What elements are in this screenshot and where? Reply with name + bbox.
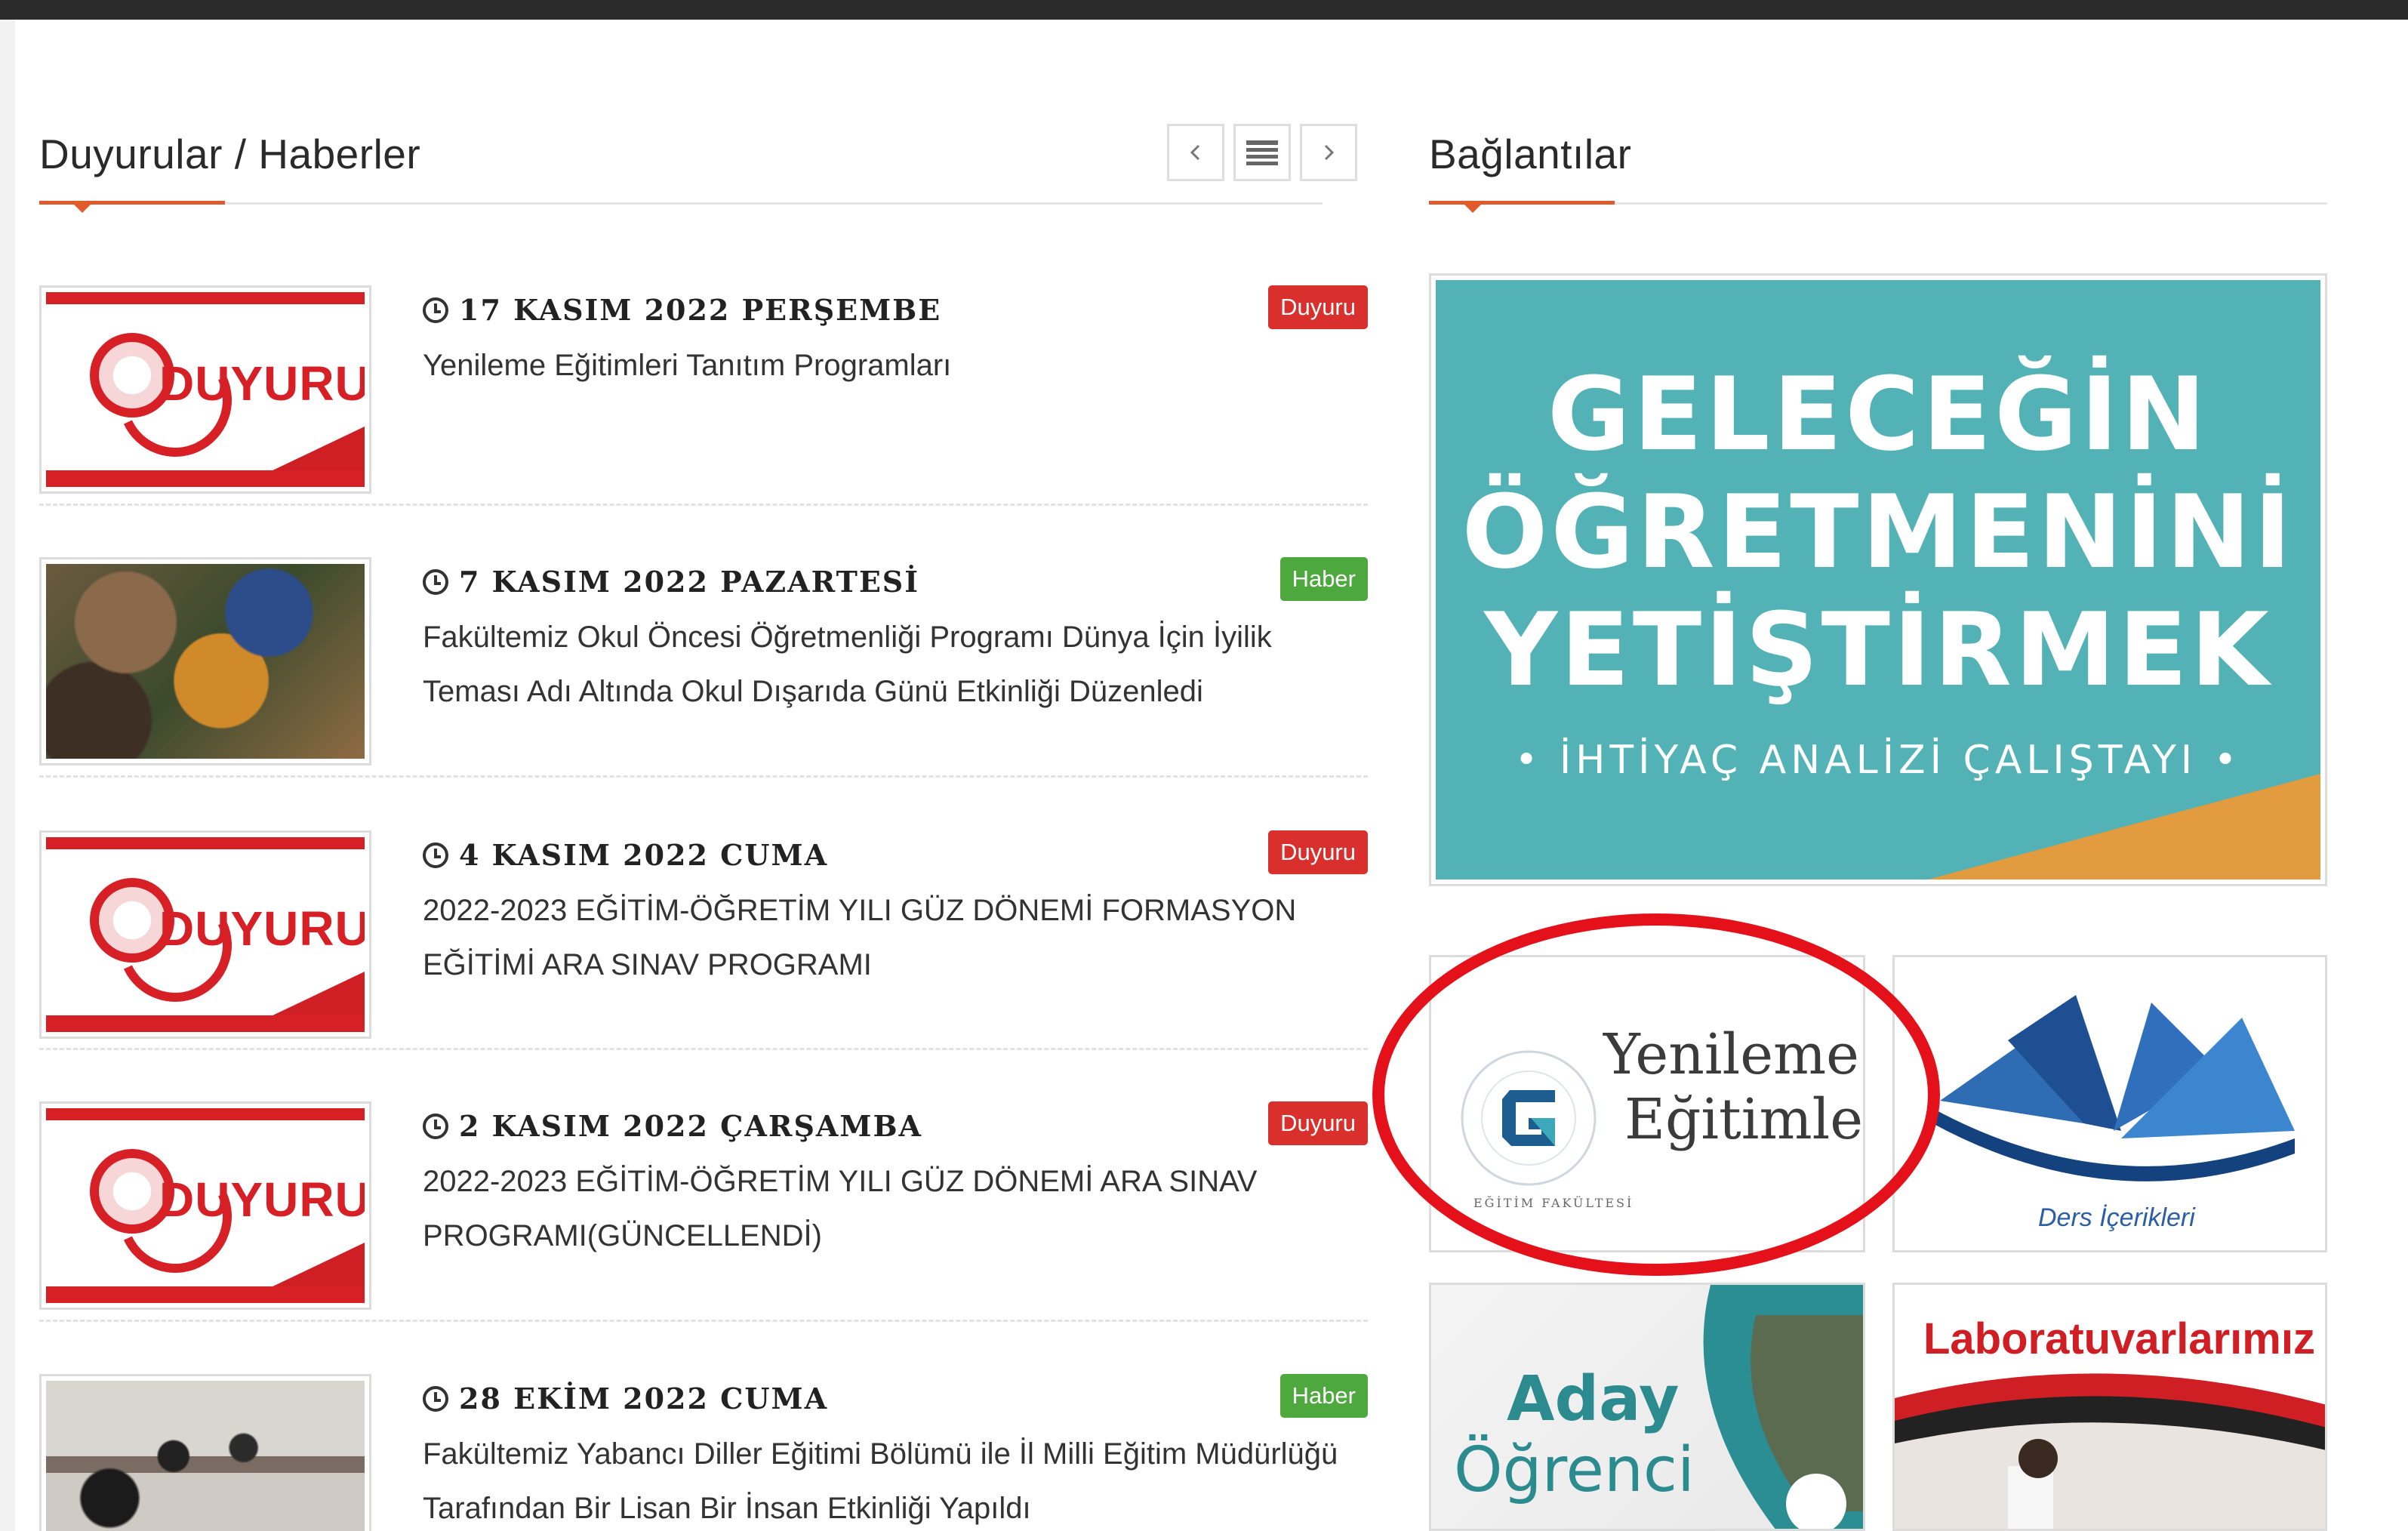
news-divider: [39, 775, 1368, 778]
chevron-left-icon: [1190, 144, 1200, 161]
news-date: 2 KASIM 2022 ÇARŞAMBA: [423, 1109, 922, 1143]
aday-ogrenci-tile[interactable]: Aday Öğrenci: [1429, 1283, 1865, 1531]
category-badge: Duyuru: [1268, 1101, 1368, 1145]
lab-wave-graphic: [1895, 1373, 2325, 1529]
news-item[interactable]: 7 KASIM 2022 PAZARTESİ Fakültemiz Okul Ö…: [39, 557, 1368, 784]
news-divider: [39, 1320, 1368, 1322]
news-thumbnail[interactable]: DUYURU: [39, 830, 371, 1039]
banner-accent: [1928, 774, 2320, 879]
news-divider: [39, 1048, 1368, 1050]
top-banner-strip: [0, 0, 2408, 20]
campus-collage-icon: [1703, 1285, 1863, 1529]
laboratuvarlarimiz-tile[interactable]: Laboratuvarlarımız: [1892, 1283, 2327, 1531]
news-thumbnail[interactable]: [39, 1374, 371, 1531]
open-book-icon: [1932, 995, 2295, 1181]
faculty-logo-icon: [1461, 1050, 1597, 1186]
list-icon: [1246, 140, 1278, 165]
duyuru-image: DUYURU: [46, 292, 365, 487]
category-badge: Haber: [1279, 1374, 1368, 1418]
category-badge: Haber: [1279, 557, 1368, 601]
news-divider: [39, 504, 1368, 506]
links-title-pointer: [1464, 205, 1481, 213]
clock-icon: [423, 1385, 448, 1412]
news-item[interactable]: DUYURU 17 KASIM 2022 PERŞEMBE Yenileme E…: [39, 285, 1368, 512]
clock-icon: [423, 1113, 448, 1139]
news-item[interactable]: DUYURU 2 KASIM 2022 ÇARŞAMBA 2022-2023 E…: [39, 1101, 1368, 1328]
news-thumbnail[interactable]: [39, 557, 371, 766]
category-badge: Duyuru: [1268, 830, 1368, 874]
news-next-button[interactable]: [1300, 124, 1357, 181]
links-title-accent: [1429, 201, 1615, 205]
news-item[interactable]: 28 EKİM 2022 CUMA Fakültemiz Yabancı Dil…: [39, 1374, 1368, 1531]
clock-icon: [423, 297, 448, 323]
event-photo: [46, 1381, 365, 1531]
news-date: 7 KASIM 2022 PAZARTESİ: [423, 565, 919, 599]
ders-icerikleri-tile[interactable]: Ders İçerikleri: [1892, 955, 2327, 1252]
news-date: 4 KASIM 2022 CUMA: [423, 838, 828, 872]
yenileme-egitimleri-tile[interactable]: Yenileme Eğitimleri EĞİTİM FAKÜLTESİ: [1429, 955, 1865, 1252]
news-date: 28 EKİM 2022 CUMA: [423, 1382, 828, 1415]
news-title-rule: [39, 202, 1323, 205]
news-date: 17 KASIM 2022 PERŞEMBE: [423, 293, 941, 327]
links-section-title: Bağlantılar: [1429, 131, 1632, 177]
news-title-accent: [39, 201, 225, 205]
news-headline-link[interactable]: Fakültemiz Okul Öncesi Öğretmenliği Prog…: [423, 610, 1366, 719]
news-thumbnail[interactable]: DUYURU: [39, 1101, 371, 1310]
workshop-banner-link[interactable]: GELECEĞİN ÖĞRETMENİNİ YETİŞTİRMEK • İHTİ…: [1429, 273, 2327, 886]
news-section-title: Duyurular / Haberler: [39, 131, 421, 177]
news-item[interactable]: DUYURU 4 KASIM 2022 CUMA 2022-2023 EĞİTİ…: [39, 830, 1368, 1057]
clock-icon: [423, 568, 448, 595]
duyuru-image: DUYURU: [46, 1108, 365, 1303]
news-thumbnail[interactable]: DUYURU: [39, 285, 371, 494]
news-headline-link[interactable]: Yenileme Eğitimleri Tanıtım Programları: [423, 338, 1366, 393]
news-headline-link[interactable]: 2022-2023 EĞİTİM-ÖĞRETİM YILI GÜZ DÖNEMİ…: [423, 883, 1366, 992]
chevron-right-icon: [1324, 144, 1335, 161]
news-list-button[interactable]: [1233, 124, 1291, 181]
duyuru-image: DUYURU: [46, 837, 365, 1032]
news-title-pointer: [74, 205, 91, 213]
children-activity-photo: [46, 564, 365, 759]
workshop-banner: GELECEĞİN ÖĞRETMENİNİ YETİŞTİRMEK • İHTİ…: [1436, 280, 2320, 879]
left-gutter: [0, 20, 15, 1531]
news-headline-link[interactable]: 2022-2023 EĞİTİM-ÖĞRETİM YILI GÜZ DÖNEMİ…: [423, 1154, 1366, 1263]
clock-icon: [423, 842, 448, 868]
category-badge: Duyuru: [1268, 285, 1368, 329]
news-headline-link[interactable]: Fakültemiz Yabancı Diller Eğitimi Bölümü…: [423, 1427, 1366, 1531]
news-prev-button[interactable]: [1167, 124, 1224, 181]
